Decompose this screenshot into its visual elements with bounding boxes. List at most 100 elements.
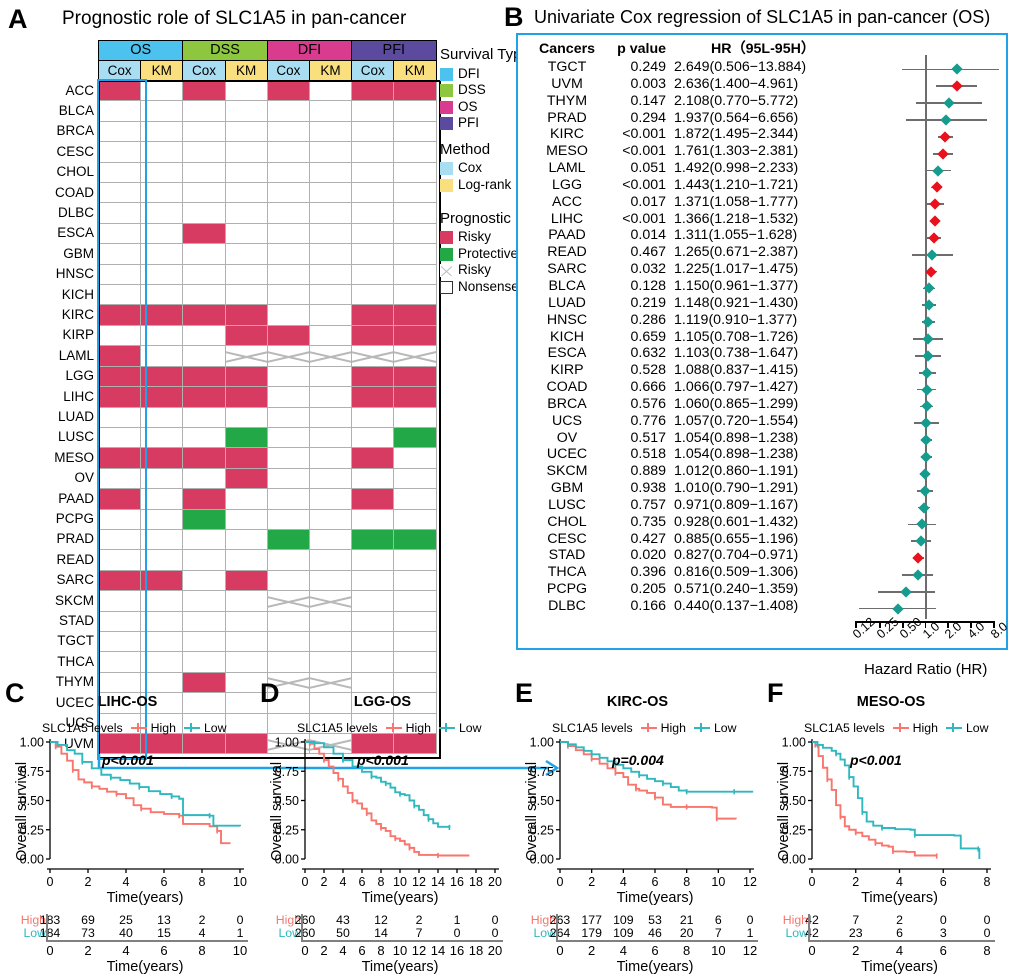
forest-point-marker[interactable]: [921, 383, 933, 396]
heatmap-cell[interactable]: [308, 365, 353, 388]
heatmap-cell[interactable]: [224, 426, 268, 449]
heatmap-cell[interactable]: [140, 528, 184, 551]
heatmap-cell[interactable]: [266, 630, 310, 653]
heatmap-cell[interactable]: [140, 630, 184, 653]
heatmap-cell[interactable]: [224, 386, 268, 408]
forest-point-marker[interactable]: [950, 80, 963, 92]
heatmap-cell[interactable]: [308, 202, 353, 224]
heatmap-cell[interactable]: [182, 467, 226, 490]
heatmap-cell[interactable]: [224, 447, 268, 469]
heatmap-cell[interactable]: [97, 79, 142, 102]
heatmap-cell[interactable]: [182, 426, 226, 449]
heatmap-cell[interactable]: [393, 100, 437, 122]
heatmap-cell[interactable]: [97, 651, 142, 673]
heatmap-cell[interactable]: [308, 467, 353, 490]
heatmap-cell[interactable]: [182, 651, 226, 673]
heatmap-cell[interactable]: [351, 284, 395, 306]
heatmap-cell[interactable]: [97, 630, 142, 653]
heatmap-cell[interactable]: [182, 263, 226, 286]
heatmap-cell[interactable]: [97, 345, 142, 367]
heatmap-cell[interactable]: [140, 243, 184, 265]
heatmap-cell[interactable]: [393, 222, 437, 245]
heatmap-cell[interactable]: [97, 324, 142, 347]
heatmap-cell[interactable]: [266, 610, 310, 632]
heatmap-cell[interactable]: [224, 590, 268, 612]
heatmap-cell[interactable]: [140, 610, 184, 632]
forest-point-marker[interactable]: [920, 400, 933, 413]
heatmap-cell[interactable]: [182, 549, 226, 571]
heatmap-cell[interactable]: [393, 590, 437, 612]
heatmap-cell[interactable]: [393, 182, 437, 204]
heatmap-cell[interactable]: [140, 182, 184, 204]
heatmap-cell[interactable]: [182, 100, 226, 122]
heatmap-cell[interactable]: [182, 447, 226, 469]
heatmap-cell[interactable]: [308, 630, 353, 653]
heatmap-cell[interactable]: [308, 528, 353, 551]
heatmap-cell[interactable]: [97, 549, 142, 571]
heatmap-cell[interactable]: [393, 508, 437, 530]
heatmap-cell[interactable]: [393, 528, 437, 551]
heatmap-cell[interactable]: [224, 202, 268, 224]
heatmap-cell[interactable]: [97, 120, 142, 143]
heatmap-cell[interactable]: [266, 304, 310, 326]
heatmap-cell[interactable]: [351, 304, 395, 326]
heatmap-cell[interactable]: [182, 161, 226, 184]
heatmap-cell[interactable]: [140, 324, 184, 347]
heatmap-cell[interactable]: [266, 426, 310, 449]
forest-point-marker[interactable]: [920, 434, 933, 446]
heatmap-cell[interactable]: [393, 569, 437, 592]
heatmap-cell[interactable]: [351, 324, 395, 347]
heatmap-cell[interactable]: [266, 508, 310, 530]
heatmap-cell[interactable]: [308, 284, 353, 306]
forest-point-marker[interactable]: [926, 249, 939, 261]
heatmap-cell[interactable]: [140, 590, 184, 612]
heatmap-cell[interactable]: [224, 610, 268, 632]
heatmap-cell[interactable]: [97, 182, 142, 204]
heatmap-cell[interactable]: [393, 488, 437, 510]
heatmap-cell[interactable]: [351, 488, 395, 510]
heatmap-cell[interactable]: [182, 610, 226, 632]
heatmap-cell[interactable]: [393, 386, 437, 408]
heatmap-cell[interactable]: [266, 222, 310, 245]
heatmap-cell[interactable]: [351, 202, 395, 224]
heatmap-cell[interactable]: [97, 141, 142, 163]
heatmap-cell[interactable]: [224, 406, 268, 428]
heatmap-cell[interactable]: [393, 426, 437, 449]
forest-point-marker[interactable]: [919, 468, 931, 480]
heatmap-cell[interactable]: [266, 161, 310, 184]
heatmap-cell[interactable]: [97, 590, 142, 612]
heatmap-cell[interactable]: [140, 263, 184, 286]
heatmap-cell[interactable]: [351, 182, 395, 204]
heatmap-cell[interactable]: [140, 569, 184, 592]
heatmap-cell[interactable]: [351, 120, 395, 143]
forest-point-marker[interactable]: [918, 501, 930, 514]
heatmap-cell[interactable]: [97, 304, 142, 326]
forest-point-marker[interactable]: [912, 552, 925, 564]
heatmap-cell[interactable]: [351, 569, 395, 592]
heatmap-cell[interactable]: [182, 630, 226, 653]
heatmap-cell[interactable]: [266, 141, 310, 163]
heatmap-cell[interactable]: [351, 549, 395, 571]
heatmap-cell[interactable]: [224, 651, 268, 673]
heatmap-cell[interactable]: [308, 100, 353, 122]
heatmap-cell[interactable]: [393, 243, 437, 265]
heatmap-cell[interactable]: [393, 365, 437, 388]
heatmap-cell[interactable]: [393, 304, 437, 326]
forest-point-marker[interactable]: [932, 164, 944, 177]
heatmap-cell[interactable]: [393, 467, 437, 490]
heatmap-cell[interactable]: [351, 161, 395, 184]
heatmap-cell[interactable]: [97, 100, 142, 122]
heatmap-cell[interactable]: [393, 161, 437, 184]
heatmap-cell[interactable]: [266, 528, 310, 551]
heatmap-cell[interactable]: [182, 386, 226, 408]
forest-point-marker[interactable]: [931, 181, 943, 194]
heatmap-cell[interactable]: [351, 100, 395, 122]
heatmap-cell[interactable]: [351, 590, 395, 612]
heatmap-cell[interactable]: [224, 222, 268, 245]
heatmap-cell[interactable]: [224, 467, 268, 490]
heatmap-cell[interactable]: [351, 386, 395, 408]
heatmap-cell[interactable]: [351, 79, 395, 102]
heatmap-cell[interactable]: [266, 182, 310, 204]
heatmap-cell[interactable]: [224, 549, 268, 571]
forest-point-marker[interactable]: [921, 367, 934, 379]
